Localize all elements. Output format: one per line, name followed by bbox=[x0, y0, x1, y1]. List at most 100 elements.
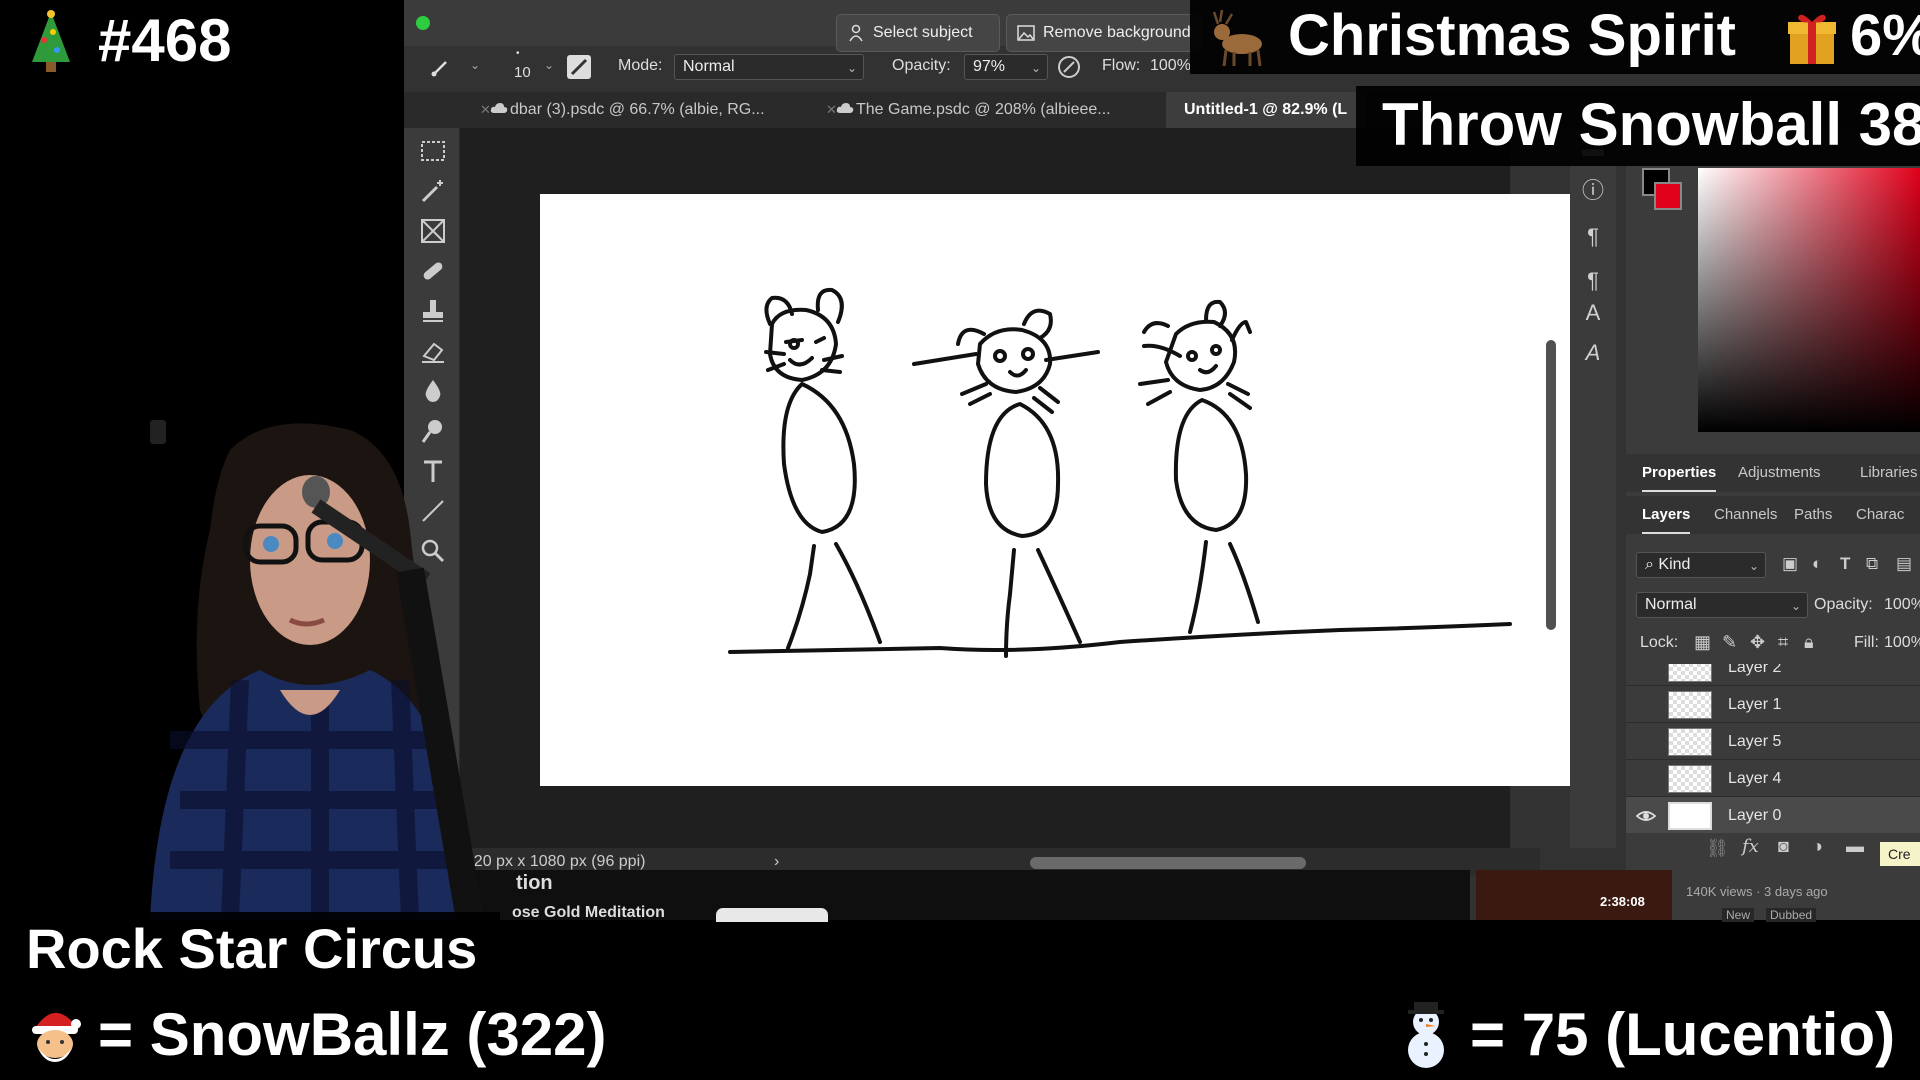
mode-select[interactable]: Normal ⌄ bbox=[674, 54, 864, 80]
layer-row[interactable]: Layer 5 bbox=[1626, 722, 1920, 759]
brush-icon[interactable] bbox=[430, 56, 452, 78]
vertical-scrollbar[interactable] bbox=[1546, 340, 1556, 630]
frame-icon[interactable] bbox=[418, 216, 448, 246]
snowman-icon bbox=[1408, 1002, 1444, 1068]
window-zoom-button[interactable] bbox=[416, 16, 430, 30]
blend-mode-select[interactable]: Normal ⌄ bbox=[1636, 592, 1808, 618]
lock-artboard-icon[interactable]: ⌗ bbox=[1778, 632, 1788, 653]
tab-libraries[interactable]: Libraries bbox=[1860, 454, 1918, 492]
layer-row[interactable]: Layer 4 bbox=[1626, 759, 1920, 796]
brush-settings-icon[interactable] bbox=[566, 54, 592, 80]
filter-type-icon[interactable]: T bbox=[1840, 554, 1850, 574]
mode-value: Normal bbox=[683, 58, 735, 75]
video-title[interactable]: ose Gold Meditation bbox=[512, 904, 665, 922]
layer-row-selected[interactable]: Layer 0 bbox=[1626, 796, 1920, 833]
color-picker-field[interactable] bbox=[1698, 168, 1920, 432]
layer-thumbnail bbox=[1668, 728, 1712, 756]
eye-icon[interactable] bbox=[1636, 806, 1656, 826]
marquee-icon[interactable] bbox=[418, 136, 448, 166]
document-tab-label: dbar (3).psdc @ 66.7% (albie, RG... bbox=[510, 101, 765, 118]
tab-adjustments[interactable]: Adjustments bbox=[1738, 454, 1821, 492]
layer-opacity-label: Opacity: bbox=[1814, 596, 1873, 613]
streamer-name-overlay: Rock Star Circus bbox=[0, 912, 500, 992]
fill-label: Fill: bbox=[1854, 634, 1879, 651]
layer-thumbnail bbox=[1668, 664, 1712, 682]
snowman-leader: = 75 (Lucentio) bbox=[1470, 1001, 1896, 1068]
snowballz-overlay: = SnowBallz (322) bbox=[0, 994, 612, 1080]
layer-row[interactable]: Layer 1 bbox=[1626, 685, 1920, 722]
cloud-icon bbox=[490, 103, 508, 113]
tab-paths[interactable]: Paths bbox=[1794, 496, 1832, 534]
filter-adjustment-icon[interactable]: ◐ bbox=[1812, 554, 1822, 574]
canvas-area[interactable] bbox=[460, 128, 1592, 848]
filter-pixel-icon[interactable]: ▣ bbox=[1782, 554, 1798, 574]
color-swatches[interactable] bbox=[1642, 168, 1682, 210]
info-icon[interactable]: ⓘ bbox=[1580, 178, 1606, 204]
character-styles-icon[interactable]: A bbox=[1580, 300, 1606, 326]
video-thumbnail[interactable]: 2:38:08 bbox=[1476, 870, 1672, 920]
throw-snowball-label: Throw Snowball 38 bbox=[1382, 91, 1920, 158]
tab-properties[interactable]: Properties bbox=[1642, 454, 1717, 492]
remove-background-button[interactable]: Remove background bbox=[1006, 14, 1202, 52]
lock-transparent-icon[interactable]: ▦ bbox=[1694, 632, 1711, 653]
cloud-icon bbox=[836, 103, 854, 113]
link-icon[interactable]: ⛓ bbox=[1706, 838, 1729, 859]
stream-counter: #468 bbox=[98, 7, 232, 74]
tab-channels[interactable]: Channels bbox=[1714, 496, 1777, 534]
mode-label: Mode: bbox=[618, 57, 663, 74]
drawing-canvas[interactable] bbox=[540, 194, 1592, 786]
badge-new: New bbox=[1722, 908, 1755, 922]
pressure-opacity-icon[interactable] bbox=[1056, 54, 1082, 80]
layer-name: Layer 4 bbox=[1728, 770, 1782, 787]
opacity-value: 97% bbox=[973, 58, 1006, 75]
santa-icon bbox=[32, 1012, 81, 1062]
tab-character[interactable]: Charac bbox=[1856, 496, 1904, 534]
background-color-swatch[interactable] bbox=[1654, 182, 1682, 210]
layers-footer: ⛓ fx ◙ ◑ ▬ Cre bbox=[1626, 832, 1920, 872]
brush-dot-icon: • bbox=[516, 48, 520, 59]
layer-thumbnail bbox=[1668, 691, 1712, 719]
healing-icon[interactable] bbox=[418, 256, 448, 286]
mask-icon[interactable]: ◙ bbox=[1778, 836, 1789, 857]
layer-opacity-value[interactable]: 100% bbox=[1884, 596, 1920, 614]
tab-layers[interactable]: Layers bbox=[1642, 496, 1691, 534]
horizontal-scrollbar[interactable] bbox=[1030, 857, 1306, 869]
select-subject-button[interactable]: Select subject bbox=[836, 14, 1000, 52]
stamp-icon[interactable] bbox=[418, 296, 448, 326]
layer-kind-filter[interactable]: ⌕ Kind ⌄ bbox=[1636, 552, 1766, 578]
paragraph-icon[interactable]: ¶ bbox=[1580, 224, 1606, 250]
brush-size-value[interactable]: 10 bbox=[514, 64, 531, 81]
document-tab[interactable]: ✕ The Game.psdc @ 208% (albieee... bbox=[816, 92, 1162, 128]
fx-icon[interactable]: fx bbox=[1742, 836, 1759, 857]
throw-snowball-overlay: Throw Snowball 38 bbox=[1356, 86, 1920, 166]
image-icon bbox=[1017, 25, 1035, 41]
document-tab-active[interactable]: Untitled-1 @ 82.9% (L bbox=[1166, 92, 1366, 128]
folder-icon[interactable]: ▬ bbox=[1846, 836, 1864, 857]
subscribe-button[interactable] bbox=[716, 908, 828, 922]
document-tab[interactable]: ✕ dbar (3).psdc @ 66.7% (albie, RG... bbox=[470, 92, 816, 128]
tree-icon bbox=[32, 10, 70, 72]
eraser-icon[interactable] bbox=[418, 336, 448, 366]
lock-position-icon[interactable]: ✥ bbox=[1750, 632, 1765, 653]
remove-background-label: Remove background bbox=[1043, 24, 1191, 41]
lock-all-icon[interactable]: 🔒︎ bbox=[1804, 632, 1814, 653]
panel-icon-strip: ▬ ⓘ ¶ ¶ A A bbox=[1570, 128, 1616, 848]
layer-row[interactable]: Layer 2 bbox=[1626, 664, 1920, 685]
lock-pixels-icon[interactable]: ✎ bbox=[1722, 632, 1737, 653]
adjustment-layer-icon[interactable]: ◑ bbox=[1812, 836, 1823, 857]
brush-preset-chevron-icon[interactable]: ⌄ bbox=[470, 58, 480, 72]
fill-value[interactable]: 100% bbox=[1884, 634, 1920, 652]
paragraph-styles-icon[interactable]: ¶ bbox=[1580, 268, 1606, 294]
opacity-field[interactable]: 97% ⌄ bbox=[964, 54, 1048, 80]
filter-smart-object-icon[interactable]: ▤ bbox=[1896, 554, 1912, 574]
blur-icon[interactable] bbox=[418, 376, 448, 406]
brush-size-chevron-icon[interactable]: ⌄ bbox=[544, 58, 554, 72]
magic-wand-icon[interactable] bbox=[418, 176, 448, 206]
layer-thumbnail bbox=[1668, 765, 1712, 793]
filter-shape-icon[interactable]: ⧉ bbox=[1866, 554, 1878, 574]
chevron-down-icon: ⌄ bbox=[846, 61, 857, 75]
flow-value[interactable]: 100% bbox=[1150, 57, 1191, 75]
christmas-spirit-overlay: Christmas Spirit 6% bbox=[1190, 0, 1920, 74]
glyphs-icon[interactable]: A bbox=[1580, 340, 1606, 366]
layers-tab-bar: Layers Channels Paths Charac bbox=[1626, 496, 1920, 534]
